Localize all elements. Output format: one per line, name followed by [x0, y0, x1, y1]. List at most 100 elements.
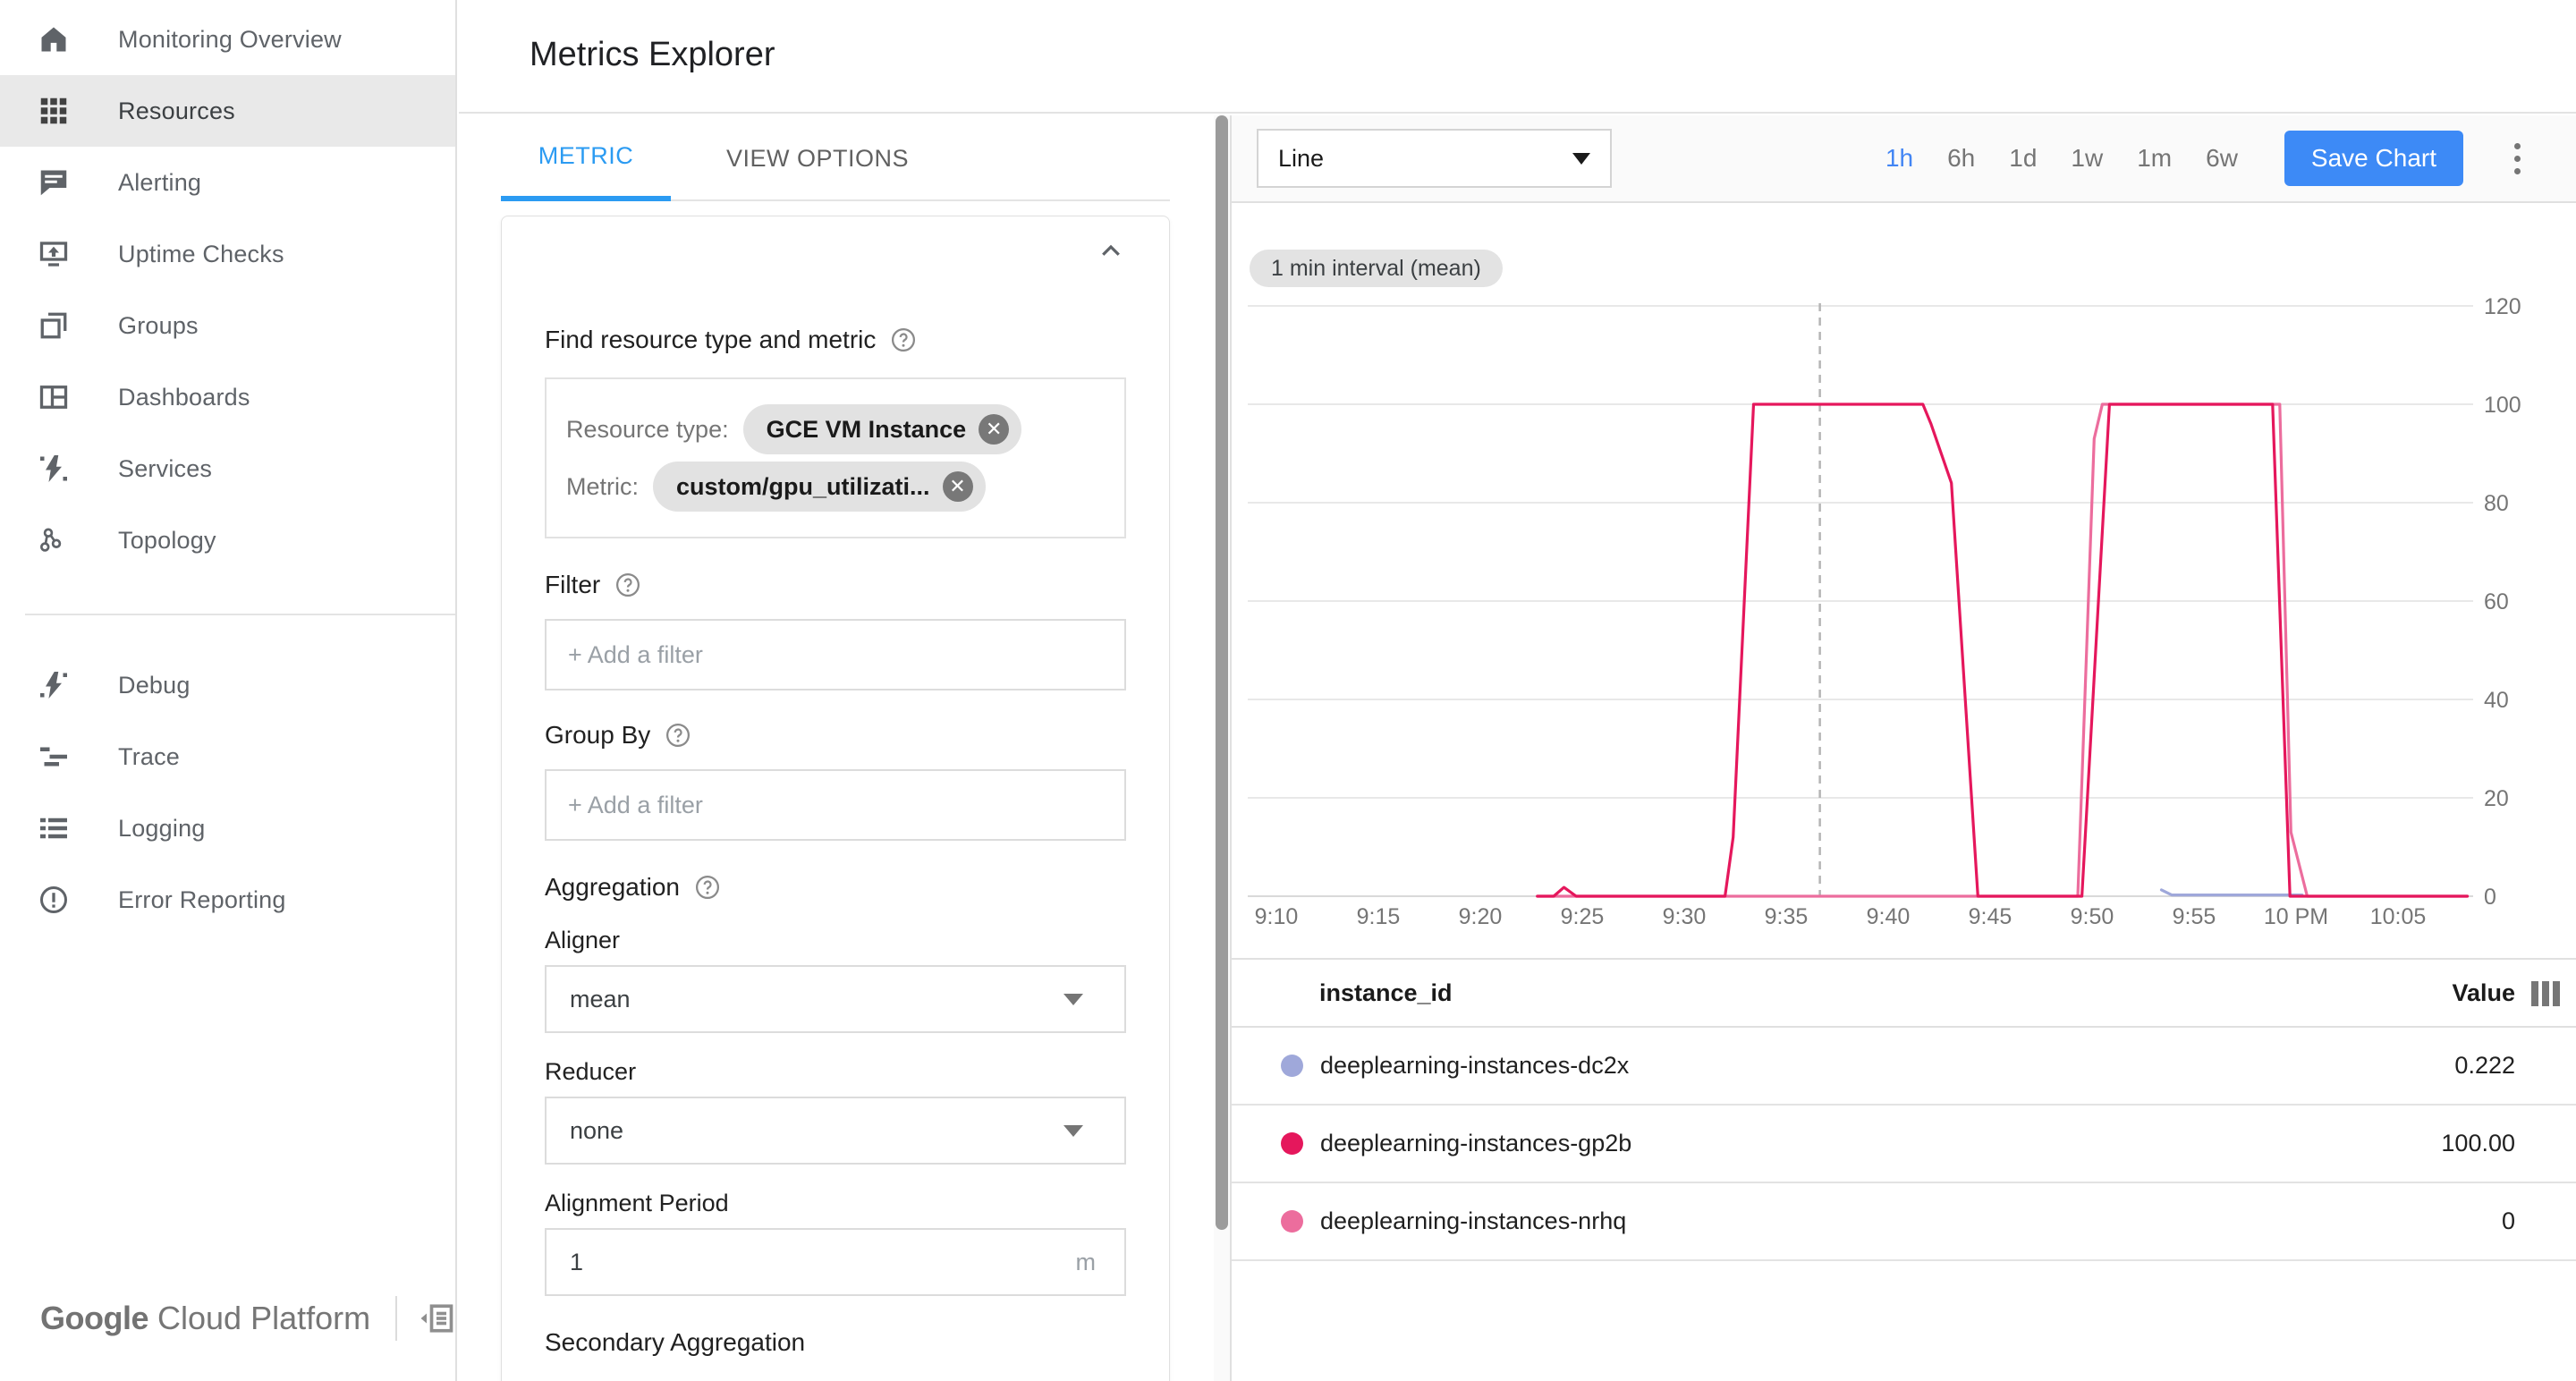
reducer-select[interactable]: none	[545, 1097, 1126, 1165]
services-icon	[38, 453, 70, 485]
legend-instance-name: deeplearning-instances-gp2b	[1320, 1130, 1632, 1156]
metrics-line-chart[interactable]: 0 20 40 60 80 100 120 9:10 9:15 9:20 9:25 9:30 9:35 9…	[1246, 296, 2576, 944]
more-options-icon[interactable]	[2499, 135, 2535, 182]
sidebar-item-uptime-checks[interactable]: Uptime Checks	[0, 218, 455, 290]
y-tick-0: 0	[2484, 885, 2496, 910]
uptime-checks-icon	[38, 238, 70, 270]
sidebar-item-services[interactable]: Services	[0, 433, 455, 504]
sidebar: Monitoring Overview Resources Alerting Upti…	[0, 0, 457, 1381]
x-tick-9:45: 9:45	[1969, 904, 2012, 929]
sidebar-item-label: Trace	[118, 742, 181, 770]
alerting-icon	[38, 166, 70, 199]
aggregation-heading-text: Aggregation	[545, 873, 681, 901]
aligner-select[interactable]: mean	[545, 965, 1126, 1033]
chip-close-icon[interactable]: ✕	[942, 471, 973, 502]
y-tick-80: 80	[2484, 491, 2509, 516]
time-range-6w[interactable]: 6w	[2206, 144, 2238, 173]
x-tick-9:30: 9:30	[1663, 904, 1707, 929]
series-color-dot	[1281, 1055, 1303, 1077]
help-icon[interactable]	[694, 874, 721, 901]
x-tick-10 PM: 10 PM	[2264, 904, 2328, 929]
chip-close-icon[interactable]: ✕	[979, 414, 1010, 445]
help-icon[interactable]	[890, 326, 917, 353]
legend-row-deeplearning-instances-nrhq[interactable]: deeplearning-instances-nrhq 0	[1232, 1183, 2576, 1261]
y-tick-20: 20	[2484, 786, 2509, 811]
sidebar-item-resources[interactable]: Resources	[0, 75, 455, 147]
sidebar-item-debug[interactable]: Debug	[0, 649, 455, 721]
save-chart-button[interactable]: Save Chart	[2284, 131, 2463, 186]
panel-scrollbar-thumb[interactable]	[1216, 115, 1228, 1230]
sidebar-item-error-reporting[interactable]: Error Reporting	[0, 864, 455, 936]
resource-type-chip[interactable]: GCE VM Instance ✕	[742, 404, 1022, 454]
tab-metric[interactable]: METRIC	[501, 115, 671, 201]
aggregation-heading: Aggregation	[545, 873, 1126, 902]
legend-row-deeplearning-instances-dc2x[interactable]: deeplearning-instances-dc2x 0.222	[1232, 1028, 2576, 1106]
panel-scrollbar	[1214, 115, 1230, 1381]
chart-type-select[interactable]: Line	[1257, 129, 1612, 188]
y-tick-100: 100	[2484, 393, 2521, 418]
metric-row: Metric: custom/gpu_utilizati... ✕	[566, 462, 1105, 512]
columns-icon[interactable]	[2531, 981, 2560, 1006]
series-color-dot	[1281, 1210, 1303, 1233]
sidebar-item-label: Groups	[118, 311, 199, 339]
apps-grid-icon	[38, 95, 70, 127]
y-tick-60: 60	[2484, 589, 2509, 614]
caret-down-icon	[1063, 1124, 1083, 1137]
sidebar-item-trace[interactable]: Trace	[0, 721, 455, 792]
time-range-6h[interactable]: 6h	[1947, 144, 1975, 173]
tab-view-options[interactable]: VIEW OPTIONS	[710, 115, 925, 201]
help-icon[interactable]	[614, 572, 641, 598]
filter-heading-text: Filter	[545, 571, 601, 598]
chevron-up-icon[interactable]	[1097, 238, 1124, 265]
legend-instance-name: deeplearning-instances-dc2x	[1320, 1052, 1630, 1079]
series-line-deeplearning-instances-gp2b	[1536, 402, 2470, 898]
metric-config-panel: METRIC VIEW OPTIONS Find resource type an…	[459, 115, 1219, 1381]
x-tick-9:10: 9:10	[1255, 904, 1299, 929]
help-icon[interactable]	[665, 722, 691, 749]
sidebar-item-label: Dashboards	[118, 383, 250, 411]
sidebar-item-label: Uptime Checks	[118, 240, 284, 267]
footer-separator	[395, 1296, 398, 1341]
topology-icon	[38, 524, 70, 556]
sidebar-item-monitoring-overview[interactable]: Monitoring Overview	[0, 4, 455, 75]
sidebar-item-topology[interactable]: Topology	[0, 504, 455, 576]
sidebar-footer: Google Cloud Platform	[0, 1292, 457, 1345]
page-title: Metrics Explorer	[530, 36, 775, 73]
legend-instance-value: 0.222	[2454, 1052, 2515, 1079]
x-tick-9:35: 9:35	[1765, 904, 1809, 929]
home-icon	[38, 23, 70, 55]
filter-input[interactable]: + Add a filter	[545, 619, 1126, 690]
sidebar-item-label: Logging	[118, 814, 206, 842]
time-range-1m[interactable]: 1m	[2137, 144, 2172, 173]
legend-instance-value: 0	[2501, 1207, 2515, 1234]
time-range-1w[interactable]: 1w	[2071, 144, 2103, 173]
sidebar-item-alerting[interactable]: Alerting	[0, 147, 455, 218]
sidebar-item-groups[interactable]: Groups	[0, 290, 455, 361]
resource-metric-box: Resource type: GCE VM Instance ✕ Metric:…	[545, 377, 1126, 538]
time-range-1d[interactable]: 1d	[2009, 144, 2037, 173]
alignment-period-value: 1	[570, 1248, 584, 1275]
filter-heading: Filter	[545, 571, 1126, 599]
groupby-heading-text: Group By	[545, 721, 651, 749]
chart-toolbar: Line 1h 6h 1d 1w 1m 6w Save Chart	[1232, 115, 2576, 203]
find-metric-heading-text: Find resource type and metric	[545, 326, 877, 353]
legend-row-deeplearning-instances-gp2b[interactable]: deeplearning-instances-gp2b 100.00	[1232, 1106, 2576, 1183]
trace-icon	[38, 741, 70, 773]
sidebar-item-logging[interactable]: Logging	[0, 792, 455, 864]
alignment-period-input[interactable]: 1 m	[545, 1228, 1126, 1296]
resource-type-row: Resource type: GCE VM Instance ✕	[566, 404, 1105, 454]
card-collapse-row	[545, 227, 1126, 272]
series-color-dot	[1281, 1132, 1303, 1155]
x-tick-10:05: 10:05	[2370, 904, 2427, 929]
collapse-panel-icon[interactable]	[417, 1299, 456, 1338]
time-range-1h[interactable]: 1h	[1885, 144, 1913, 173]
debug-icon	[38, 669, 70, 701]
legend-col-instance-id: instance_id	[1319, 979, 1453, 1006]
secondary-aggregation-heading: Secondary Aggregation	[545, 1328, 806, 1356]
sidebar-item-dashboards[interactable]: Dashboards	[0, 361, 455, 433]
sidebar-item-label: Services	[118, 454, 213, 482]
metric-chip[interactable]: custom/gpu_utilizati... ✕	[653, 462, 986, 512]
legend-header: instance_id Value	[1232, 960, 2576, 1028]
groupby-input[interactable]: + Add a filter	[545, 769, 1126, 841]
resource-type-label: Resource type:	[566, 415, 729, 443]
